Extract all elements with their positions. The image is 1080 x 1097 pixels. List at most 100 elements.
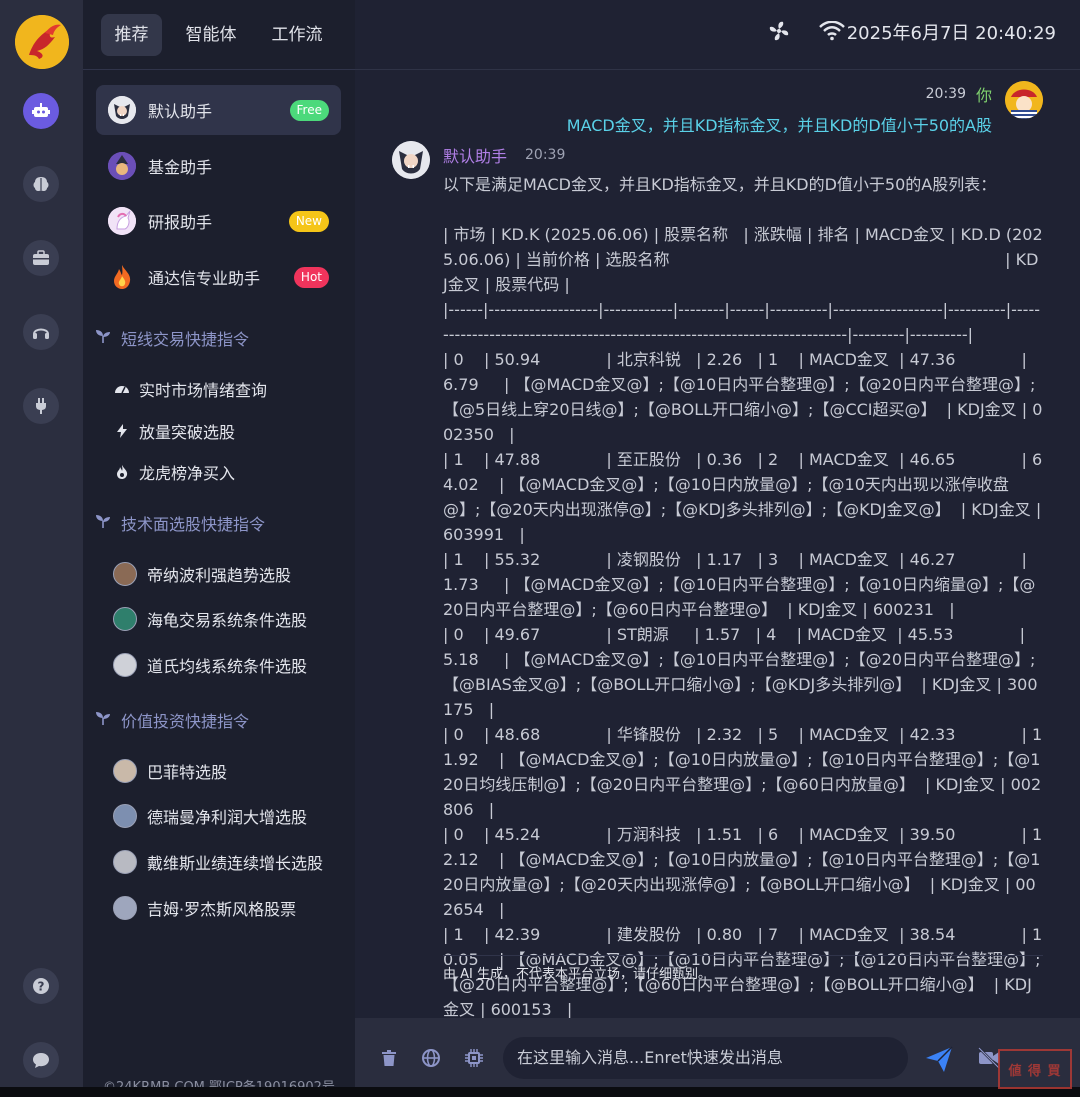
portrait-avatar-icon [113, 653, 137, 677]
tech-item-label: 道氏均线系统条件选股 [147, 657, 308, 676]
send-icon[interactable] [923, 1043, 955, 1075]
headphones-nav-button[interactable] [23, 314, 59, 350]
robot-nav-button[interactable] [23, 93, 59, 129]
wizard-avatar-icon [108, 152, 136, 180]
assistant-tdx[interactable]: 通达信专业助手 Hot [96, 252, 341, 302]
portrait-avatar-icon [113, 759, 137, 783]
watermark-stamp: 値 得 買 [998, 1049, 1072, 1089]
assistant-name: 研报助手 [148, 213, 213, 232]
icon-rail: ? [0, 0, 83, 1087]
assistant-default[interactable]: 默认助手 Free [96, 85, 341, 135]
portrait-avatar-icon [113, 804, 137, 828]
sidebar: 推荐 智能体 工作流 默认助手 Free 基金助手 研报助手 New 通达信专业… [83, 0, 355, 1095]
brain-nav-button[interactable] [23, 166, 59, 202]
globe-icon[interactable] [419, 1046, 443, 1070]
value-item-rogers[interactable]: 吉姆·罗杰斯风格股票 [113, 896, 296, 920]
ai-disclaimer: 由 AI 生成，不代表本平台立场，请仔细甄别。 [443, 967, 711, 982]
quick-label: 龙虎榜净买入 [139, 464, 236, 483]
portrait-avatar-icon [113, 850, 137, 874]
quick-label: 放量突破选股 [139, 423, 236, 442]
app-logo[interactable] [15, 15, 69, 69]
help-icon: ? [33, 978, 49, 994]
bot-avatar[interactable] [392, 141, 430, 179]
value-item-davis[interactable]: 戴维斯业绩连续增长选股 [113, 850, 323, 874]
speedometer-icon [113, 380, 131, 398]
help-nav-button[interactable]: ? [23, 968, 59, 1004]
brain-icon [33, 177, 49, 192]
tech-item-dow[interactable]: 道氏均线系统条件选股 [113, 653, 307, 677]
assistant-name: 基金助手 [148, 158, 213, 177]
user-message-text: MACD金叉，并且KD指标金叉，并且KD的D值小于50的A股 [566, 116, 992, 135]
value-item-label: 戴维斯业绩连续增长选股 [147, 854, 324, 873]
lightning-icon [113, 422, 131, 440]
flame-icon [113, 463, 131, 481]
section-value: 价值投资快捷指令 [95, 708, 249, 732]
section-title-text: 技术面选股快捷指令 [121, 515, 266, 534]
bot-name: 默认助手 [443, 147, 508, 166]
tech-item-label: 海龟交易系统条件选股 [147, 611, 308, 630]
unicorn-avatar-icon [108, 207, 136, 235]
assistant-research[interactable]: 研报助手 New [96, 196, 341, 246]
sprout-icon [95, 328, 111, 348]
assistant-fund[interactable]: 基金助手 [96, 141, 341, 191]
fan-icon[interactable] [766, 18, 792, 44]
top-bar: 2025年6月7日 20:40:29 [355, 0, 1080, 70]
hot-badge: Hot [293, 267, 329, 288]
tech-item-turtle[interactable]: 海龟交易系统条件选股 [113, 607, 307, 631]
chat-main: 2025年6月7日 20:40:29 20:39 你 MACD金叉，并且KD指标… [355, 0, 1080, 1087]
value-item-label: 巴菲特选股 [147, 763, 228, 782]
bot-message-meta: 默认助手 20:39 [443, 143, 565, 167]
plug-icon [36, 398, 46, 414]
robot-icon [32, 103, 50, 117]
clock-datetime: 2025年6月7日 20:40:29 [846, 23, 1056, 44]
section-title-text: 价值投资快捷指令 [121, 712, 250, 731]
sprout-icon [95, 513, 111, 533]
value-item-label: 德瑞曼净利润大增选股 [147, 808, 308, 827]
user-message-time: 20:39 [925, 86, 966, 102]
value-item-dreman[interactable]: 德瑞曼净利润大增选股 [113, 804, 307, 828]
tab-agents[interactable]: 智能体 [177, 14, 245, 56]
quick-dragon-tiger[interactable]: 龙虎榜净买入 [113, 460, 235, 484]
fire-avatar-icon [108, 263, 136, 291]
message-divider [443, 955, 1043, 956]
headphones-icon [33, 328, 49, 339]
message-input[interactable]: 在这里输入消息...Enret快速发出消息 [503, 1037, 908, 1079]
chat-nav-button[interactable] [23, 1042, 59, 1078]
pirate-avatar-icon [1005, 81, 1043, 119]
plug-nav-button[interactable] [23, 388, 59, 424]
svg-text:?: ? [38, 980, 45, 994]
portrait-avatar-icon [113, 896, 137, 920]
assistant-name: 通达信专业助手 [148, 269, 261, 288]
stamp-text: 値 得 買 [1008, 1063, 1062, 1079]
tech-item-dinapoli[interactable]: 帝纳波利强趋势选股 [113, 562, 291, 586]
toolbox-nav-button[interactable] [23, 240, 59, 276]
section-title-text: 短线交易快捷指令 [121, 330, 250, 349]
turtle-avatar-icon [113, 607, 137, 631]
quick-market-sentiment[interactable]: 实时市场情绪查询 [113, 377, 267, 401]
value-item-label: 吉姆·罗杰斯风格股票 [147, 900, 297, 919]
toolbox-icon [33, 250, 49, 265]
chat-icon [33, 1053, 49, 1068]
section-technical: 技术面选股快捷指令 [95, 511, 265, 535]
portrait-avatar-icon [113, 562, 137, 586]
quick-volume-breakout[interactable]: 放量突破选股 [113, 419, 235, 443]
sidebar-tabs: 推荐 智能体 工作流 [83, 0, 355, 70]
assistant-name: 默认助手 [148, 102, 213, 121]
quick-label: 实时市场情绪查询 [139, 381, 268, 400]
tab-workflows[interactable]: 工作流 [263, 14, 331, 56]
bot-message-time: 20:39 [525, 147, 566, 163]
value-item-buffett[interactable]: 巴菲特选股 [113, 759, 227, 783]
wifi-icon[interactable] [819, 18, 845, 44]
user-name: 你 [975, 86, 992, 105]
chip-icon[interactable] [462, 1046, 486, 1070]
window-bottom-edge [0, 1087, 1080, 1097]
user-avatar[interactable] [1005, 81, 1043, 119]
vampire-avatar-icon [392, 141, 430, 179]
trash-icon[interactable] [377, 1046, 401, 1070]
section-short-trading: 短线交易快捷指令 [95, 326, 249, 350]
tab-recommend[interactable]: 推荐 [101, 14, 162, 56]
bot-message-body: 以下是满足MACD金叉，并且KD指标金叉，并且KD的D值小于50的A股列表： |… [443, 175, 1043, 1044]
sprout-icon [95, 710, 111, 730]
free-badge: Free [289, 100, 329, 121]
vampire-avatar-icon [108, 96, 136, 124]
